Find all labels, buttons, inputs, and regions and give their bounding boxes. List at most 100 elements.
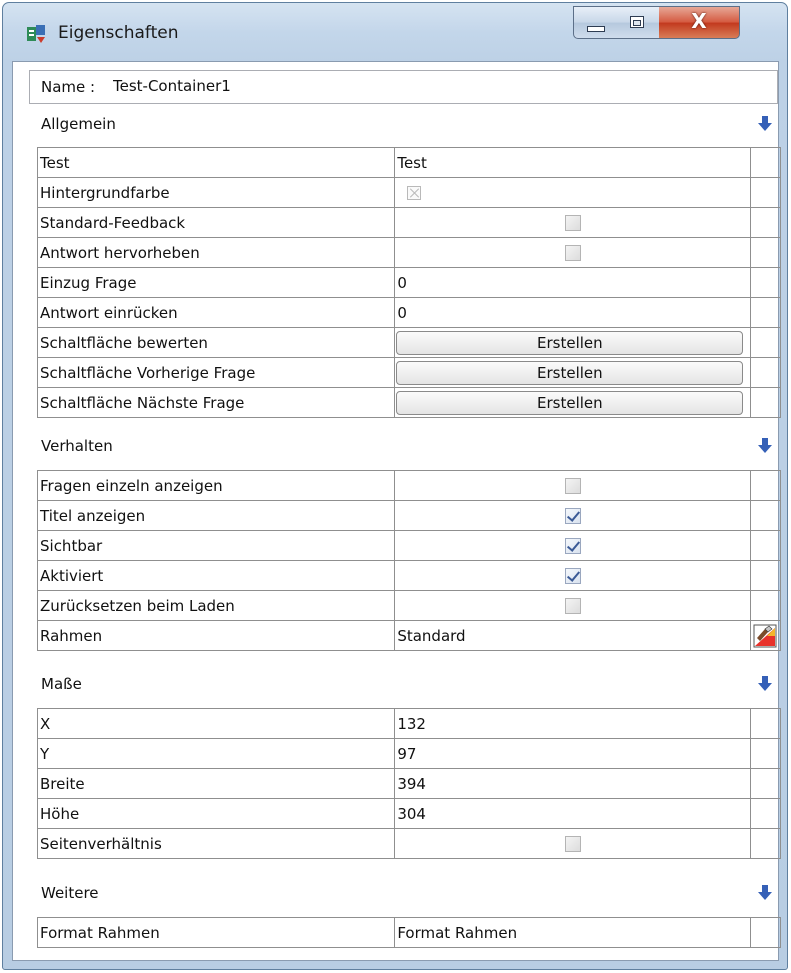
close-button[interactable]: X bbox=[659, 6, 740, 39]
checked-checkbox[interactable] bbox=[565, 537, 582, 554]
property-row: Standard-Feedback bbox=[36, 207, 782, 238]
unchecked-checkbox[interactable] bbox=[565, 835, 582, 852]
checked-checkbox[interactable] bbox=[565, 567, 582, 584]
property-value-cell bbox=[394, 177, 751, 208]
property-value-cell[interactable] bbox=[394, 590, 751, 621]
property-extra-cell bbox=[749, 327, 782, 358]
section-title: Maße bbox=[41, 675, 82, 693]
property-value[interactable]: Test bbox=[394, 147, 751, 178]
property-label: Aktiviert bbox=[36, 560, 396, 591]
property-label: Fragen einzeln anzeigen bbox=[36, 470, 396, 501]
property-extra-cell[interactable] bbox=[749, 620, 782, 651]
property-row: Seitenverhältnis bbox=[36, 828, 782, 859]
name-label: Name : bbox=[41, 78, 96, 96]
property-extra-cell bbox=[749, 530, 782, 561]
unchecked-checkbox[interactable] bbox=[565, 597, 582, 614]
property-row: Hintergrundfarbe bbox=[36, 177, 782, 208]
window-title: Eigenschaften bbox=[58, 23, 179, 43]
name-input[interactable] bbox=[113, 72, 773, 100]
property-table-weitere: Format Rahmen Format Rahmen bbox=[36, 917, 782, 948]
property-row: Antwort einrücken 0 bbox=[36, 297, 782, 328]
property-extra-cell bbox=[749, 297, 782, 328]
property-value[interactable]: 0 bbox=[394, 267, 751, 298]
property-label: Test bbox=[36, 147, 396, 178]
property-table-verhalten: Fragen einzeln anzeigen Titel anzeigen Sic… bbox=[36, 470, 782, 651]
properties-panel: Name : Allgemein TestTestHintergrundfarbe… bbox=[12, 61, 782, 961]
checked-checkbox[interactable] bbox=[565, 507, 582, 524]
property-value[interactable]: 394 bbox=[394, 768, 751, 799]
property-value[interactable]: 97 bbox=[394, 738, 751, 769]
property-label: Antwort einrücken bbox=[36, 297, 396, 328]
property-extra-cell bbox=[749, 828, 782, 859]
property-value-cell[interactable]: Erstellen bbox=[394, 357, 751, 388]
property-extra-cell bbox=[749, 917, 782, 948]
maximize-icon bbox=[630, 16, 644, 28]
property-extra-cell bbox=[749, 560, 782, 591]
property-extra-cell bbox=[749, 387, 782, 418]
section-title: Allgemein bbox=[41, 115, 116, 133]
property-row: Format Rahmen Format Rahmen bbox=[36, 917, 782, 948]
section-header-ma-e[interactable]: Maße bbox=[29, 666, 778, 702]
unchecked-checkbox[interactable] bbox=[565, 477, 582, 494]
minimize-icon bbox=[587, 26, 605, 32]
property-value-cell[interactable]: Erstellen bbox=[394, 387, 751, 418]
property-row: Zurücksetzen beim Laden bbox=[36, 590, 782, 621]
property-row: Schaltfläche bewerten Erstellen bbox=[36, 327, 782, 358]
properties-app-icon bbox=[27, 25, 45, 43]
property-row: Schaltfläche Nächste Frage Erstellen bbox=[36, 387, 782, 418]
property-label: Titel anzeigen bbox=[36, 500, 396, 531]
property-value-cell[interactable] bbox=[394, 207, 751, 238]
property-value[interactable]: 304 bbox=[394, 798, 751, 829]
property-label: Standard-Feedback bbox=[36, 207, 396, 238]
paint-brush-icon[interactable] bbox=[753, 624, 777, 648]
property-extra-cell bbox=[749, 267, 782, 298]
name-row: Name : bbox=[29, 70, 778, 104]
section-title: Verhalten bbox=[41, 437, 113, 455]
property-value[interactable]: Standard bbox=[394, 620, 751, 651]
property-label: X bbox=[36, 708, 396, 739]
property-row: Fragen einzeln anzeigen bbox=[36, 470, 782, 501]
property-value-cell[interactable] bbox=[394, 828, 751, 859]
property-extra-cell bbox=[749, 738, 782, 769]
property-value[interactable]: 132 bbox=[394, 708, 751, 739]
section-header-verhalten[interactable]: Verhalten bbox=[29, 428, 778, 464]
property-row: Antwort hervorheben bbox=[36, 237, 782, 268]
property-label: Rahmen bbox=[36, 620, 396, 651]
create-button[interactable]: Erstellen bbox=[396, 390, 744, 415]
property-extra-cell bbox=[749, 237, 782, 268]
property-value-cell[interactable] bbox=[394, 560, 751, 591]
property-row: X 132 bbox=[36, 708, 782, 739]
property-label: Schaltfläche bewerten bbox=[36, 327, 396, 358]
section-header-allgemein[interactable]: Allgemein bbox=[29, 106, 778, 142]
property-label: Sichtbar bbox=[36, 530, 396, 561]
property-extra-cell bbox=[749, 798, 782, 829]
property-label: Seitenverhältnis bbox=[36, 828, 396, 859]
title-bar[interactable]: Eigenschaften X bbox=[3, 3, 787, 61]
collapse-arrow-icon[interactable] bbox=[758, 438, 772, 454]
property-value-cell[interactable] bbox=[394, 530, 751, 561]
maximize-button[interactable] bbox=[616, 6, 660, 39]
property-row: Titel anzeigen bbox=[36, 500, 782, 531]
property-value-cell[interactable] bbox=[394, 500, 751, 531]
property-row: Sichtbar bbox=[36, 530, 782, 561]
create-button[interactable]: Erstellen bbox=[396, 360, 744, 385]
property-row: Test Test bbox=[36, 147, 782, 178]
property-row: Einzug Frage 0 bbox=[36, 267, 782, 298]
property-value-cell[interactable] bbox=[394, 237, 751, 268]
property-label: Schaltfläche Nächste Frage bbox=[36, 387, 396, 418]
unchecked-checkbox[interactable] bbox=[565, 214, 582, 231]
property-value-cell[interactable] bbox=[394, 470, 751, 501]
property-extra-cell bbox=[749, 708, 782, 739]
property-value-cell[interactable]: Erstellen bbox=[394, 327, 751, 358]
unchecked-checkbox[interactable] bbox=[565, 244, 582, 261]
minimize-button[interactable] bbox=[573, 6, 617, 39]
create-button[interactable]: Erstellen bbox=[396, 330, 744, 355]
collapse-arrow-icon[interactable] bbox=[758, 885, 772, 901]
section-header-weitere[interactable]: Weitere bbox=[29, 875, 778, 911]
property-label: Zurücksetzen beim Laden bbox=[36, 590, 396, 621]
collapse-arrow-icon[interactable] bbox=[758, 116, 772, 132]
property-value[interactable]: Format Rahmen bbox=[394, 917, 751, 948]
property-label: Höhe bbox=[36, 798, 396, 829]
property-value[interactable]: 0 bbox=[394, 297, 751, 328]
collapse-arrow-icon[interactable] bbox=[758, 676, 772, 692]
